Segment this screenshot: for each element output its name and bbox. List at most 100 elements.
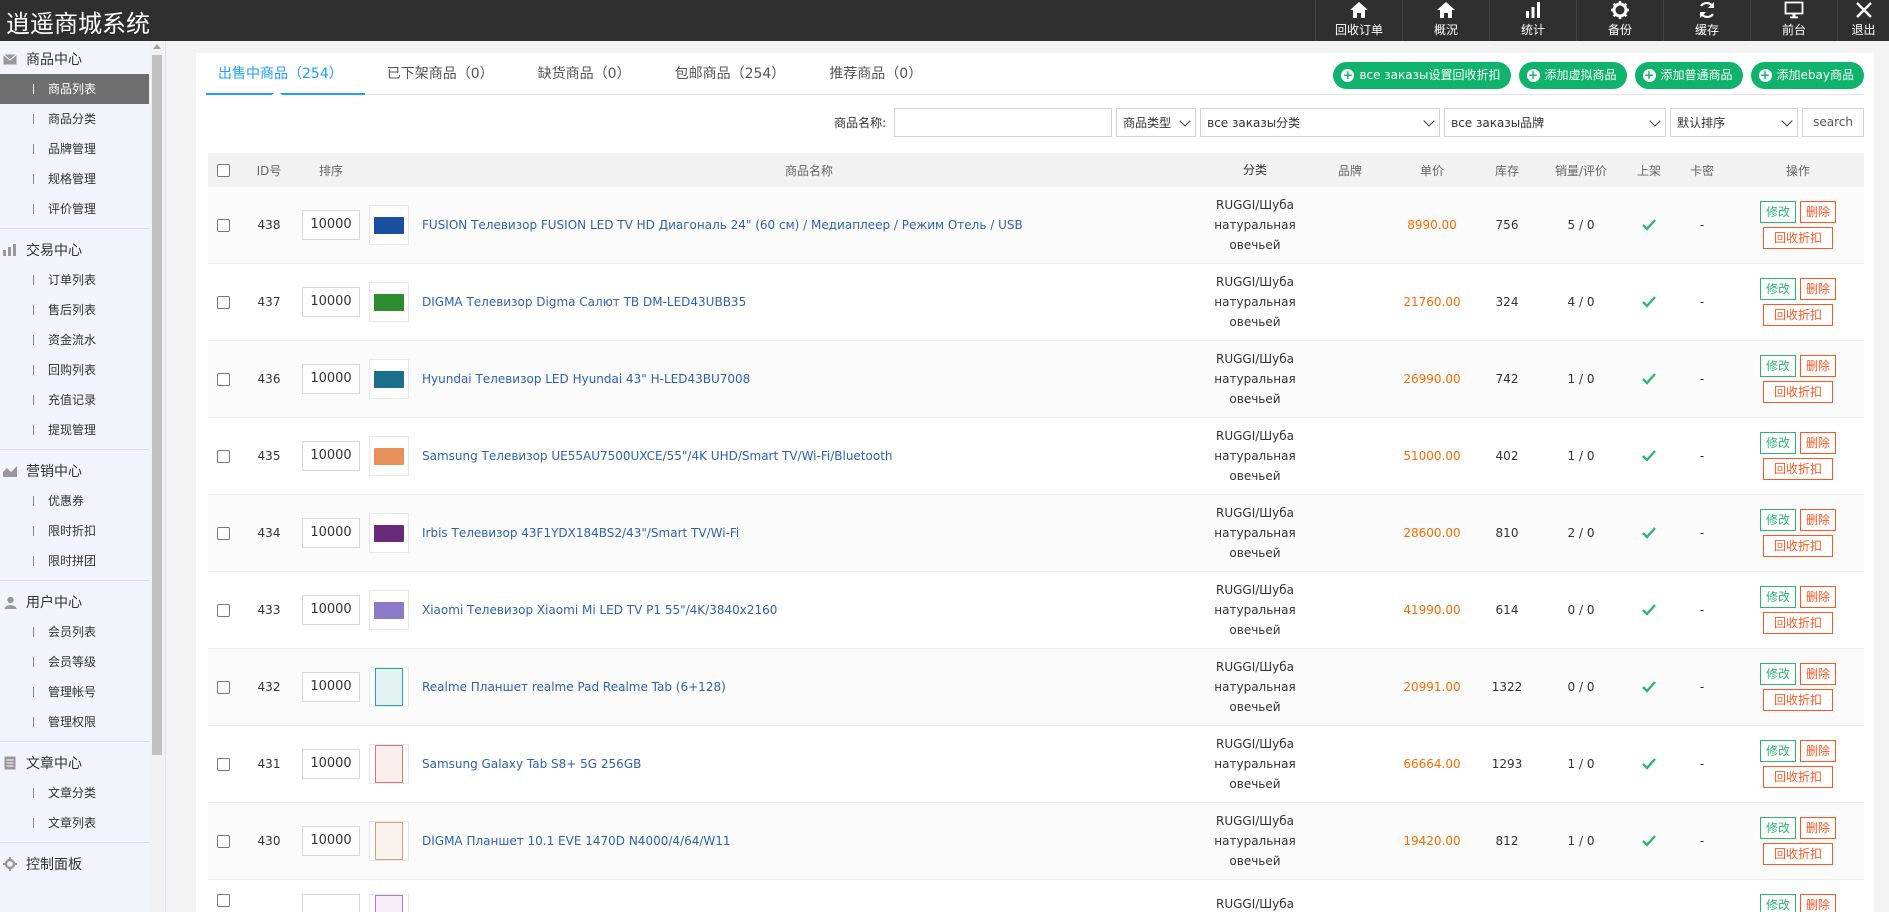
add-ebay-goods-button[interactable]: + 添加ebay商品 — [1750, 62, 1864, 89]
top-nav-cache[interactable]: 缓存 — [1663, 0, 1750, 41]
goods-name-link[interactable]: Realme Планшет realme Pad Realme Tab (6+… — [416, 680, 1196, 694]
sort-input[interactable]: 10000 — [302, 364, 360, 394]
check-icon[interactable] — [1642, 527, 1656, 539]
delete-button[interactable]: 删除 — [1800, 894, 1837, 912]
edit-button[interactable]: 修改 — [1759, 586, 1796, 608]
sidebar-item-members[interactable]: 会员列表 — [0, 617, 165, 647]
product-thumbnail[interactable] — [369, 667, 409, 707]
delete-button[interactable]: 删除 — [1800, 432, 1837, 454]
edit-button[interactable]: 修改 — [1759, 894, 1796, 912]
product-thumbnail[interactable] — [369, 894, 409, 912]
sidebar-item-member-level[interactable]: 会员等级 — [0, 647, 165, 677]
top-nav-logout[interactable]: 退出 — [1837, 0, 1889, 41]
edit-button[interactable]: 修改 — [1759, 278, 1796, 300]
edit-button[interactable]: 修改 — [1759, 663, 1796, 685]
select-all-checkbox[interactable] — [216, 163, 230, 177]
tab-free-shipping[interactable]: 包邮商品（254） — [663, 53, 808, 95]
sort-input[interactable]: 10000 — [302, 287, 360, 317]
row-checkbox[interactable] — [216, 680, 230, 694]
tab-out-of-stock[interactable]: 缺货商品（0） — [526, 53, 653, 95]
delete-button[interactable]: 删除 — [1800, 509, 1837, 531]
check-icon[interactable] — [1642, 758, 1656, 770]
check-icon[interactable] — [1642, 681, 1656, 693]
sidebar-item-article-category[interactable]: 文章分类 — [0, 778, 165, 808]
check-icon[interactable] — [1642, 450, 1656, 462]
top-nav-recycle-orders[interactable]: 回收订单 — [1315, 0, 1402, 41]
check-icon[interactable] — [1642, 219, 1656, 231]
edit-button[interactable]: 修改 — [1759, 509, 1796, 531]
sidebar-group-title[interactable]: 控制面板 — [0, 849, 165, 879]
recycle-discount-button[interactable]: 回收折扣 — [1762, 766, 1833, 788]
product-thumbnail[interactable] — [369, 282, 409, 322]
sidebar-item-group-buy[interactable]: 限时拼团 — [0, 546, 165, 576]
top-nav-backup[interactable]: 备份 — [1576, 0, 1663, 41]
brand-select[interactable]: все заказы品牌 — [1444, 108, 1667, 137]
row-checkbox[interactable] — [216, 757, 230, 771]
product-thumbnail[interactable] — [369, 436, 409, 476]
tab-recommended[interactable]: 推荐商品（0） — [817, 53, 944, 95]
sidebar-item-orders[interactable]: 订单列表 — [0, 265, 165, 295]
product-thumbnail[interactable] — [369, 205, 409, 245]
recycle-discount-button[interactable]: 回收折扣 — [1762, 535, 1833, 557]
sidebar-group-title[interactable]: 营销中心 — [0, 456, 165, 486]
sidebar-scrollbar[interactable] — [149, 41, 165, 912]
sidebar-group-title[interactable]: 交易中心 — [0, 235, 165, 265]
sidebar-group-title[interactable]: 文章中心 — [0, 748, 165, 778]
product-thumbnail[interactable] — [369, 359, 409, 399]
sidebar-item-buyback[interactable]: 回购列表 — [0, 355, 165, 385]
scroll-up-arrow-icon[interactable] — [153, 44, 161, 49]
delete-button[interactable]: 删除 — [1800, 817, 1837, 839]
row-checkbox[interactable] — [216, 449, 230, 463]
set-recycle-discount-button[interactable]: + все заказы设置回收折扣 — [1333, 62, 1511, 89]
delete-button[interactable]: 删除 — [1800, 740, 1837, 762]
delete-button[interactable]: 删除 — [1800, 586, 1837, 608]
edit-button[interactable]: 修改 — [1759, 740, 1796, 762]
add-normal-goods-button[interactable]: + 添加普通商品 — [1634, 62, 1743, 89]
product-thumbnail[interactable] — [369, 744, 409, 784]
sidebar-item-withdraw[interactable]: 提现管理 — [0, 415, 165, 445]
row-checkbox[interactable] — [216, 372, 230, 386]
goods-name-link[interactable]: Samsung Телевизор UE55AU7500UXCE/55"/4K … — [416, 449, 1196, 463]
goods-type-select[interactable]: 商品类型 — [1116, 108, 1197, 137]
sort-input[interactable]: 10000 — [302, 826, 360, 856]
goods-name-link[interactable]: Xiaomi Телевизор Xiaomi Mi LED TV P1 55"… — [416, 603, 1196, 617]
sidebar-item-brand[interactable]: 品牌管理 — [0, 134, 165, 164]
recycle-discount-button[interactable]: 回收折扣 — [1762, 843, 1833, 865]
row-checkbox[interactable] — [216, 295, 230, 309]
recycle-discount-button[interactable]: 回收折扣 — [1762, 612, 1833, 634]
sidebar-item-goods-list[interactable]: 商品列表 — [0, 74, 165, 104]
sort-input[interactable]: 10000 — [302, 672, 360, 702]
row-checkbox[interactable] — [216, 526, 230, 540]
recycle-discount-button[interactable]: 回收折扣 — [1762, 458, 1833, 480]
sidebar-item-spec[interactable]: 规格管理 — [0, 164, 165, 194]
goods-name-link[interactable]: Samsung Galaxy Tab S8+ 5G 256GB — [416, 757, 1196, 771]
sidebar-item-coupon[interactable]: 优惠券 — [0, 486, 165, 516]
sort-input[interactable]: 10000 — [302, 749, 360, 779]
sidebar-item-flash-discount[interactable]: 限时折扣 — [0, 516, 165, 546]
sidebar-item-aftersale[interactable]: 售后列表 — [0, 295, 165, 325]
recycle-discount-button[interactable]: 回收折扣 — [1762, 381, 1833, 403]
edit-button[interactable]: 修改 — [1759, 817, 1796, 839]
check-icon[interactable] — [1642, 373, 1656, 385]
top-nav-overview[interactable]: 概況 — [1402, 0, 1489, 41]
delete-button[interactable]: 删除 — [1800, 201, 1837, 223]
delete-button[interactable]: 删除 — [1800, 663, 1837, 685]
sidebar-item-admin-permission[interactable]: 管理权限 — [0, 707, 165, 737]
top-nav-statistics[interactable]: 统计 — [1489, 0, 1576, 41]
sidebar-item-review[interactable]: 评价管理 — [0, 194, 165, 224]
goods-name-link[interactable]: DIGMA Планшет 10.1 EVE 1470D N4000/4/64/… — [416, 834, 1196, 848]
category-select[interactable]: все заказы分类 — [1200, 108, 1441, 137]
sort-input[interactable] — [302, 894, 360, 912]
product-thumbnail[interactable] — [369, 513, 409, 553]
scrollbar-thumb[interactable] — [152, 55, 162, 755]
product-thumbnail[interactable] — [369, 821, 409, 861]
check-icon[interactable] — [1642, 604, 1656, 616]
sidebar-item-article-list[interactable]: 文章列表 — [0, 808, 165, 838]
check-icon[interactable] — [1642, 296, 1656, 308]
sidebar-group-title[interactable]: 商品中心 — [0, 44, 165, 74]
recycle-discount-button[interactable]: 回收折扣 — [1762, 689, 1833, 711]
search-button[interactable]: search — [1802, 108, 1864, 137]
sidebar-item-goods-category[interactable]: 商品分类 — [0, 104, 165, 134]
sort-input[interactable]: 10000 — [302, 210, 360, 240]
recycle-discount-button[interactable]: 回收折扣 — [1762, 304, 1833, 326]
